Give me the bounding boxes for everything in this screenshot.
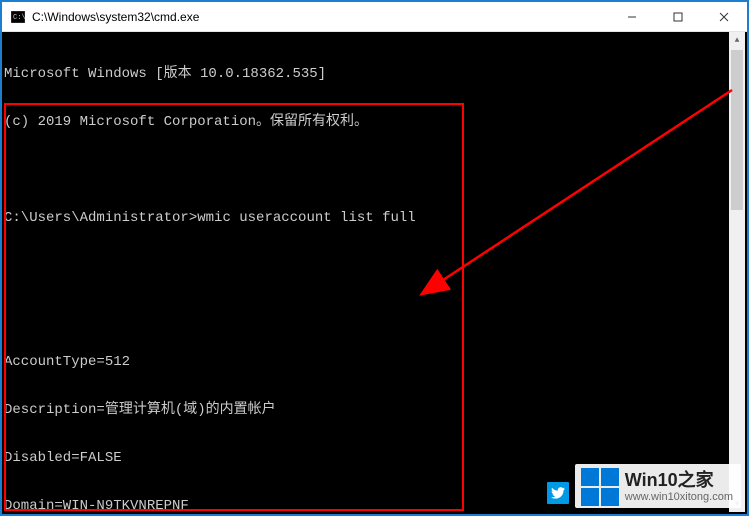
window-controls <box>609 2 747 31</box>
watermark-url: www.win10xitong.com <box>625 491 733 503</box>
maximize-button[interactable] <box>655 2 701 31</box>
blank-line <box>4 258 747 274</box>
cmd-icon: C:\ <box>10 9 26 25</box>
bird-icon <box>547 482 569 504</box>
windows-logo-icon <box>581 468 619 506</box>
minimize-button[interactable] <box>609 2 655 31</box>
scrollbar-thumb[interactable] <box>731 50 743 210</box>
close-button[interactable] <box>701 2 747 31</box>
window-title: C:\Windows\system32\cmd.exe <box>32 10 609 24</box>
vertical-scrollbar[interactable]: ▲ ▼ <box>729 32 745 512</box>
scroll-up-arrow-icon[interactable]: ▲ <box>729 32 745 48</box>
account-field: Description=管理计算机(域)的内置帐户 <box>4 402 747 418</box>
prompt: C:\Users\Administrator> <box>4 210 197 226</box>
blank-line <box>4 306 747 322</box>
blank-line <box>4 162 747 178</box>
titlebar: C:\ C:\Windows\system32\cmd.exe <box>2 2 747 32</box>
command: wmic useraccount list full <box>197 210 415 226</box>
terminal-output[interactable]: Microsoft Windows [版本 10.0.18362.535] (c… <box>2 32 747 514</box>
watermark: Win10之家 www.win10xitong.com <box>575 464 741 508</box>
watermark-brand: Win10之家 <box>625 471 733 491</box>
svg-text:C:\: C:\ <box>13 14 25 22</box>
account-field: AccountType=512 <box>4 354 747 370</box>
cmd-window: C:\ C:\Windows\system32\cmd.exe Microsof… <box>2 2 747 514</box>
prompt-line: C:\Users\Administrator>wmic useraccount … <box>4 210 747 226</box>
copyright-line: (c) 2019 Microsoft Corporation。保留所有权利。 <box>4 114 747 130</box>
version-line: Microsoft Windows [版本 10.0.18362.535] <box>4 66 747 82</box>
